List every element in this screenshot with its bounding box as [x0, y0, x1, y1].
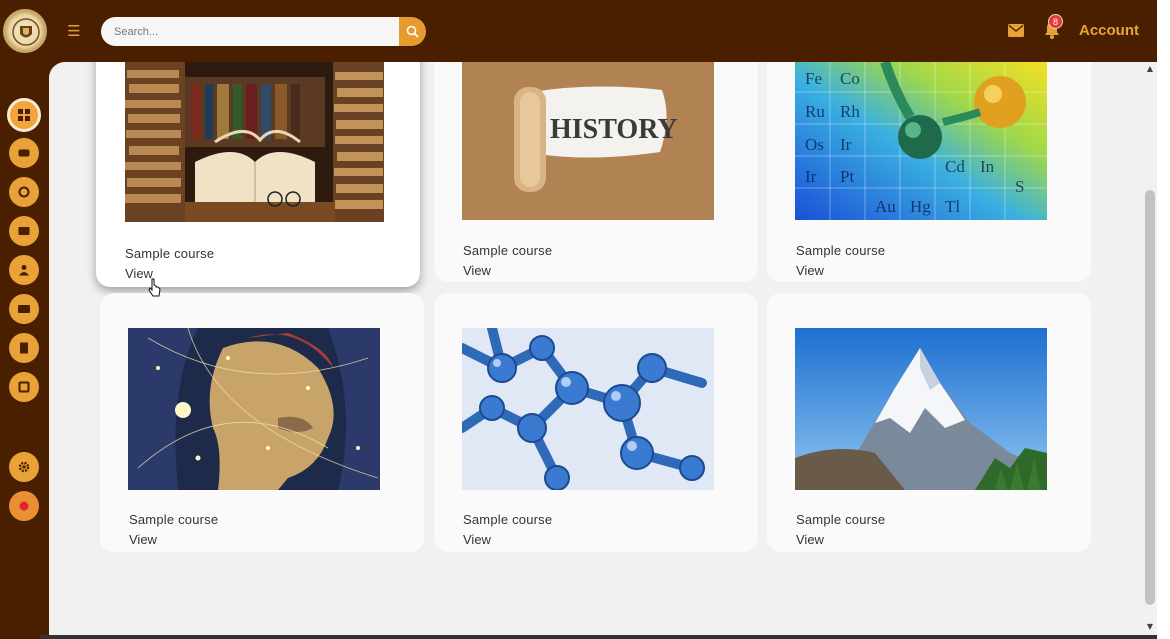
messages-icon: [18, 227, 30, 235]
sidebar-item-users[interactable]: [9, 255, 39, 285]
sidebar-item-messages[interactable]: [9, 216, 39, 246]
svg-text:Au: Au: [875, 197, 896, 216]
bottom-border: [40, 635, 1157, 639]
course-view-link[interactable]: View: [796, 263, 824, 278]
course-card[interactable]: HISTORY Sample course View: [434, 62, 758, 282]
course-title: Sample course: [463, 512, 553, 527]
school-logo[interactable]: [3, 9, 47, 53]
svg-text:Os: Os: [805, 135, 824, 154]
svg-text:Rh: Rh: [840, 102, 860, 121]
course-grid: Sample course View HISTORY Sample course…: [49, 62, 1143, 635]
account-menu[interactable]: Account: [1079, 22, 1139, 39]
svg-text:Cd: Cd: [945, 157, 965, 176]
course-view-link[interactable]: View: [463, 263, 491, 278]
course-title: Sample course: [125, 246, 215, 261]
payments-icon: [18, 305, 30, 313]
history-scroll-icon: HISTORY: [462, 62, 714, 220]
course-view-link[interactable]: View: [463, 532, 491, 547]
svg-text:Co: Co: [840, 69, 860, 88]
profile-icon: [20, 342, 28, 354]
courses-icon: [18, 149, 30, 157]
svg-text:Ir: Ir: [805, 167, 817, 186]
search-button[interactable]: [399, 17, 426, 46]
top-bar: ☰ 8 Account: [0, 0, 1170, 62]
menu-icon[interactable]: ☰: [66, 22, 82, 40]
reports-icon: [18, 381, 30, 393]
course-title: Sample course: [796, 243, 886, 258]
sidebar-item-payments[interactable]: [9, 294, 39, 324]
logout-icon: [19, 501, 29, 511]
search-input[interactable]: [101, 17, 401, 46]
constellation-face-icon: [128, 328, 380, 490]
course-title: Sample course: [796, 512, 886, 527]
sidebar-item-reports[interactable]: [9, 372, 39, 402]
scrollbar-thumb[interactable]: [1145, 190, 1155, 605]
mail-icon[interactable]: [1008, 24, 1024, 37]
books-icon: [125, 62, 384, 222]
course-card[interactable]: Sample course View: [434, 293, 758, 552]
dashboard-icon: [18, 109, 30, 121]
svg-text:Ir: Ir: [840, 135, 852, 154]
sidebar-item-settings[interactable]: [9, 452, 39, 482]
molecule-icon: [462, 328, 714, 490]
settings-icon: [18, 461, 30, 473]
history-text: HISTORY: [550, 114, 678, 145]
mouse-cursor-icon: [148, 278, 161, 297]
notification-badge: 8: [1048, 14, 1063, 29]
svg-text:In: In: [980, 157, 995, 176]
search-bar: [101, 17, 426, 46]
course-view-link[interactable]: View: [129, 532, 157, 547]
svg-text:Ru: Ru: [805, 102, 825, 121]
svg-text:Tl: Tl: [945, 197, 960, 216]
course-card[interactable]: Fe Co Ru Rh Os Ir Ir Pt Au Hg Cd In S Tl Sample co…: [767, 62, 1091, 282]
course-card[interactable]: Sample course View: [96, 62, 420, 287]
course-card[interactable]: Sample course View: [767, 293, 1091, 552]
scroll-down-arrow-icon[interactable]: ▼: [1145, 622, 1155, 632]
course-title: Sample course: [463, 243, 553, 258]
scroll-up-arrow-icon[interactable]: ▲: [1145, 64, 1155, 74]
svg-text:Fe: Fe: [805, 69, 822, 88]
sidebar-item-profile[interactable]: [9, 333, 39, 363]
search-icon: [406, 25, 419, 38]
sidebar-item-logout[interactable]: [9, 491, 39, 521]
sidebar-item-courses[interactable]: [9, 138, 39, 168]
svg-text:S: S: [1015, 177, 1024, 196]
course-title: Sample course: [129, 512, 219, 527]
svg-text:Pt: Pt: [840, 167, 854, 186]
mountain-icon: [795, 328, 1047, 490]
sidebar-item-progress[interactable]: [9, 177, 39, 207]
window-edge: [1157, 0, 1170, 639]
progress-icon: [18, 186, 30, 198]
sidebar-item-dashboard[interactable]: [7, 98, 41, 132]
sidebar: [0, 62, 49, 639]
periodic-table-icon: Fe Co Ru Rh Os Ir Ir Pt Au Hg Cd In S Tl: [795, 62, 1047, 220]
course-card[interactable]: Sample course View: [100, 293, 424, 552]
course-view-link[interactable]: View: [796, 532, 824, 547]
users-icon: [19, 265, 29, 276]
svg-text:Hg: Hg: [910, 197, 931, 216]
